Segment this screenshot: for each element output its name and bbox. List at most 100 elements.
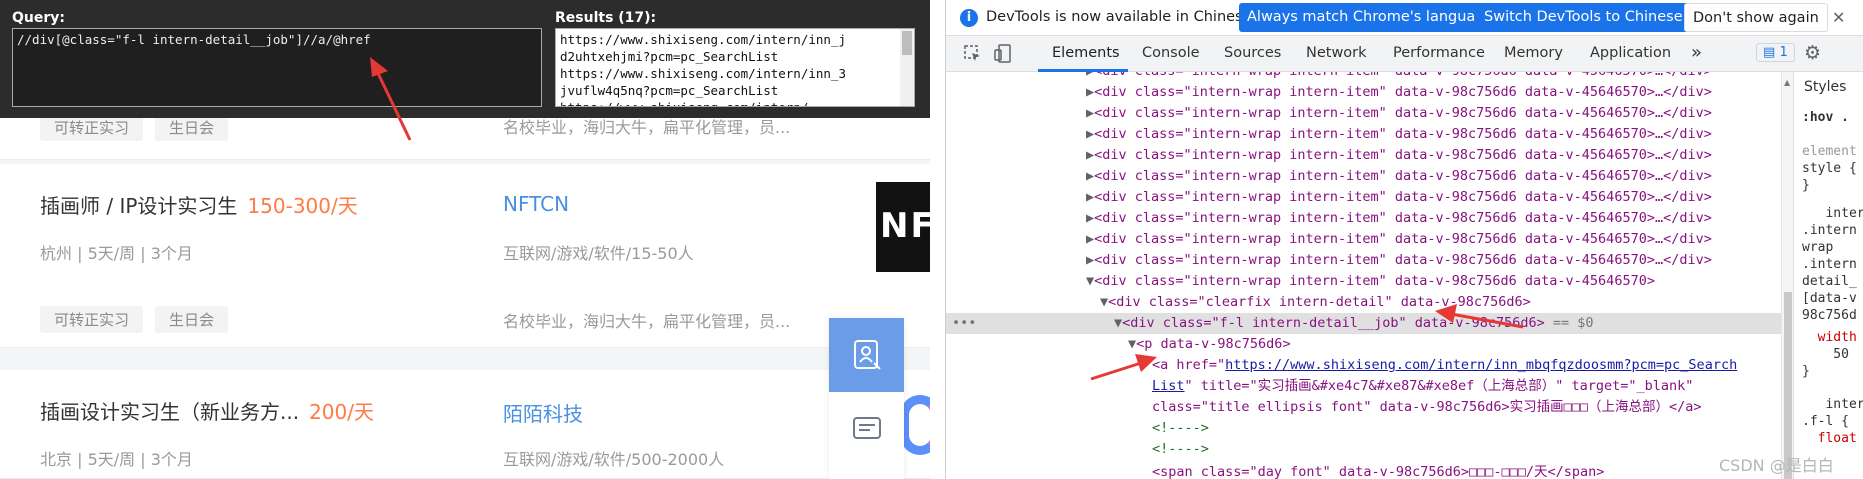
result-line: https://www.shixiseng.com/intern/inn_3 (560, 66, 846, 81)
tab-application[interactable]: Application (1590, 45, 1671, 61)
dom-node[interactable]: ▶<div class="intern-wrap intern-item" da… (1086, 250, 1712, 271)
resume-button[interactable] (829, 318, 904, 392)
tab-network[interactable]: Network (1306, 45, 1367, 61)
dom-node-anchor[interactable]: List" title="实习插画&#xe4c7&#xe87&#xe8ef（上海… (1152, 376, 1693, 397)
job-title: 插画师 / IP设计实习生 (40, 194, 238, 218)
job-meta: 北京 | 5天/周 | 3个月 (40, 450, 193, 469)
inspect-icon[interactable] (964, 45, 982, 63)
devtools-panel: i DevTools is now available in Chinese! … (945, 0, 1863, 479)
annotation-arrow (1435, 304, 1524, 329)
dom-node[interactable]: ▶<div class="intern-wrap intern-item" da… (1086, 166, 1712, 187)
dom-node[interactable]: ▶<div class="intern-wrap intern-item" da… (1086, 82, 1712, 103)
styles-pane: Styles :hov . element style { } inter .i… (1793, 72, 1863, 479)
language-infobar: i DevTools is now available in Chinese! … (946, 0, 1863, 36)
query-label: Query: (12, 10, 65, 26)
job-card[interactable]: 插画设计实习生（新业务方... 200/天 陌陌科技 北京 | 5天/周 | 3个… (0, 370, 930, 479)
styles-tab[interactable]: Styles (1804, 79, 1846, 95)
dom-node[interactable]: ▶<div class="intern-wrap intern-item" da… (1086, 208, 1712, 229)
tab-console[interactable]: Console (1142, 45, 1200, 61)
style-rule-line: .intern (1802, 257, 1857, 272)
dont-show-button[interactable]: Don't show again (1684, 3, 1828, 32)
company-industry: 互联网/游戏/软件/15-50人 (503, 244, 694, 263)
resume-icon (853, 340, 881, 370)
company-link[interactable]: NFTCN (503, 192, 569, 216)
dom-node[interactable]: ▶<div class="intern-wrap intern-item" da… (1086, 103, 1712, 124)
query-input[interactable]: //div[@class="f-l intern-detail__job"]//… (12, 28, 542, 107)
more-tabs-icon[interactable]: » (1691, 42, 1702, 63)
style-rule-line: 98c756d (1802, 308, 1857, 323)
style-rule-line: 50 (1802, 347, 1849, 362)
job-tags: 可转正实习 生日会 (40, 306, 229, 333)
job-tags: 可转正实习 生日会 (40, 114, 229, 141)
style-rule-line: style { (1802, 161, 1857, 176)
results-label: Results (17): (555, 10, 657, 26)
close-icon[interactable]: ✕ (1832, 8, 1845, 27)
dom-node[interactable]: <span class="day font" data-v-98c756d6>□… (1152, 462, 1604, 479)
scroll-thumb[interactable] (902, 31, 912, 55)
tab-sources[interactable]: Sources (1224, 45, 1281, 61)
style-rule-line: wrap (1802, 240, 1834, 255)
style-rule-line: } (1802, 364, 1810, 379)
style-rule-line: inter (1802, 397, 1863, 412)
logo-text: NF (880, 206, 930, 246)
dom-node-anchor[interactable]: <a href="https://www.shixiseng.com/inter… (1152, 355, 1737, 376)
infobar-text: DevTools is now available in Chinese! (986, 9, 1258, 25)
row-menu-icon[interactable]: ••• (952, 313, 976, 334)
result-line: https://www.shixiseng.com/intern/inn_j (560, 32, 846, 47)
style-rule-line: element (1802, 144, 1857, 159)
annotation-arrow (1090, 354, 1157, 381)
href-link[interactable]: https://www.shixiseng.com/intern/inn_mbq… (1225, 357, 1737, 373)
dom-node[interactable]: ▶<div class="intern-wrap intern-item" da… (1086, 187, 1712, 208)
job-title: 插画设计实习生（新业务方... (40, 400, 300, 424)
dom-node[interactable]: ▶<div class="intern-wrap intern-item" da… (1086, 229, 1712, 250)
company-industry: 互联网/游戏/软件/500-2000人 (503, 450, 725, 469)
elements-scrollbar[interactable]: ▲ (1781, 72, 1793, 479)
job-title-link[interactable]: 插画设计实习生（新业务方... 200/天 (40, 396, 374, 425)
dom-comment[interactable]: <!----> (1152, 439, 1209, 460)
result-line: https://www.shixiseng.com/intern/... (560, 99, 910, 106)
results-box[interactable]: https://www.shixiseng.com/intern/inn_j d… (555, 28, 915, 107)
job-title-link[interactable]: 插画师 / IP设计实习生 150-300/天 (40, 190, 358, 219)
style-rule-line: width (1802, 330, 1857, 345)
dom-node[interactable]: ▶<div class="intern-wrap intern-item" da… (1086, 124, 1712, 145)
dom-node[interactable]: ▶<div class="intern-wrap intern-item" da… (1086, 72, 1712, 82)
issues-badge[interactable]: ▤ 1 (1756, 43, 1795, 62)
style-rule-line: [data-v (1802, 291, 1857, 306)
hov-filter[interactable]: :hov . (1802, 110, 1849, 125)
job-salary: 150-300/天 (247, 194, 358, 218)
company-logo[interactable] (900, 395, 930, 455)
tab-performance[interactable]: Performance (1393, 45, 1485, 61)
message-button[interactable] (829, 392, 904, 466)
company-link[interactable]: 陌陌科技 (503, 398, 583, 427)
company-logo[interactable]: NF (876, 182, 930, 272)
dom-comment[interactable]: <!----> (1152, 418, 1209, 439)
dom-node[interactable]: ▼<div class="intern-wrap intern-item" da… (1086, 271, 1655, 292)
scroll-up-icon[interactable]: ▲ (1784, 78, 1790, 87)
results-scrollbar[interactable] (900, 29, 914, 106)
job-listing-page: 可转正实习 生日会 名校毕业，海归大牛，扁平化管理，员... 插画师 / IP设… (0, 0, 930, 479)
job-salary: 200/天 (309, 400, 374, 424)
scroll-thumb[interactable] (1784, 292, 1792, 479)
job-tag: 生日会 (155, 114, 229, 141)
match-language-button[interactable]: Always match Chrome's language (1239, 3, 1502, 32)
tab-elements[interactable]: Elements (1052, 45, 1120, 61)
style-rule-line: float (1802, 431, 1857, 446)
device-toggle-icon[interactable] (994, 44, 1012, 64)
message-icon (852, 417, 881, 439)
dom-node-anchor[interactable]: class="title ellipsis font" data-v-98c75… (1152, 397, 1702, 418)
annotation-arrow (370, 57, 412, 141)
gear-icon[interactable]: ⚙ (1804, 42, 1821, 64)
style-rule-line: inter (1802, 206, 1863, 221)
info-icon: i (960, 9, 978, 27)
result-line: jvuflw4q5nq?pcm=pc_SearchList (560, 83, 779, 98)
switch-chinese-button[interactable]: Switch DevTools to Chinese (1476, 3, 1691, 32)
result-line: d2uhtxehjmi?pcm=pc_SearchList (560, 49, 779, 64)
dom-node[interactable]: ▶<div class="intern-wrap intern-item" da… (1086, 145, 1712, 166)
job-tag: 可转正实习 (40, 114, 144, 141)
elements-tree: ▶<div class="intern-wrap intern-item" da… (946, 72, 1781, 479)
tab-memory[interactable]: Memory (1504, 45, 1563, 61)
floating-sidebar (829, 318, 904, 479)
issues-count: 1 (1779, 45, 1788, 60)
job-card[interactable]: 插画师 / IP设计实习生 150-300/天 NFTCN 杭州 | 5天/周 |… (0, 164, 930, 348)
selected-marker: == $0 (1552, 315, 1594, 331)
